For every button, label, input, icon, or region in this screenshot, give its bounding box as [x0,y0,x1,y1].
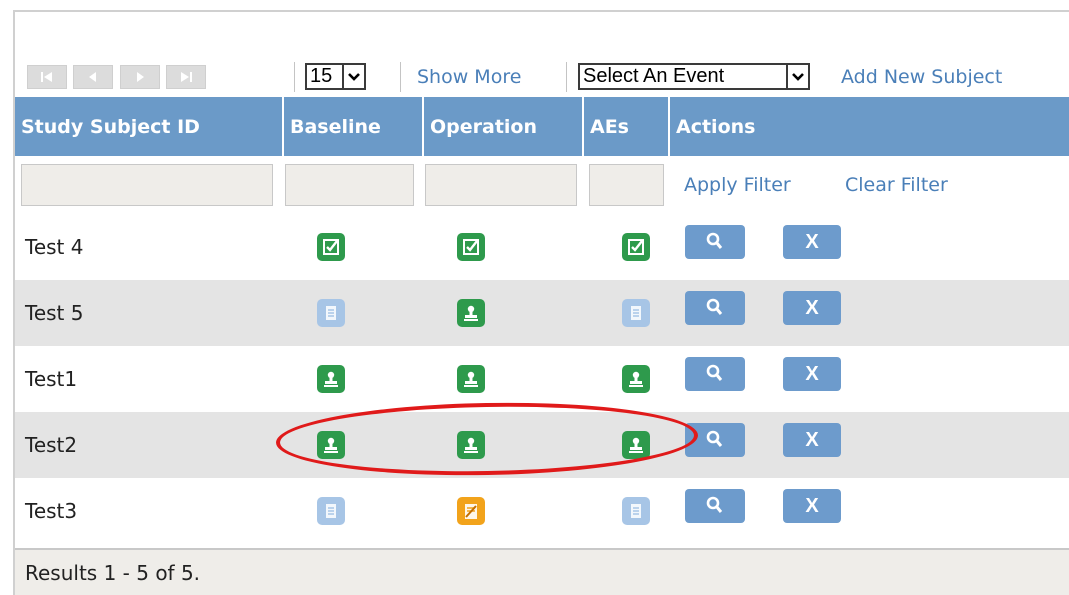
column-header-actions: Actions [676,115,756,138]
operation-data-entry-started-icon[interactable] [457,299,485,327]
column-header-aes[interactable]: AEs [584,97,668,156]
view-subject-button[interactable] [685,225,745,259]
toolbar-separator [400,62,401,92]
aes-not-scheduled-icon[interactable] [622,497,650,525]
study-subject-id-cell: Test 5 [25,301,84,325]
baseline-data-entry-started-icon[interactable] [317,431,345,459]
table-row: Test 4 X [15,214,1069,280]
aes-not-scheduled-icon[interactable] [622,299,650,327]
first-page-button[interactable] [27,65,67,89]
apply-filter-link[interactable]: Apply Filter [684,174,791,196]
study-subject-id-cell: Test1 [25,367,78,391]
magnifier-icon [706,364,723,381]
last-page-button[interactable] [166,65,206,89]
previous-page-icon [89,72,96,82]
aes-filter-input[interactable] [589,164,664,206]
show-more-link[interactable]: Show More [417,66,521,88]
table-toolbar: 15 Show More Select An Event Add New Sub… [15,59,1069,95]
chevron-down-icon [342,65,364,88]
first-page-icon [41,72,52,82]
remove-subject-button[interactable]: X [783,291,841,325]
baseline-filter-input[interactable] [285,164,414,206]
baseline-data-entry-started-icon[interactable] [317,365,345,393]
remove-subject-button[interactable]: X [783,357,841,391]
next-page-button[interactable] [120,65,160,89]
add-new-subject-link[interactable]: Add New Subject [841,66,1002,88]
magnifier-icon [706,496,723,513]
table-row: Test1 X [15,346,1069,412]
last-page-icon [181,72,192,82]
view-subject-button[interactable] [685,291,745,325]
previous-page-button[interactable] [73,65,113,89]
frame-top-border [14,10,1069,12]
study-subject-id-filter-input[interactable] [21,164,273,206]
study-subject-id-cell: Test2 [25,433,78,457]
event-select[interactable]: Select An Event [578,63,810,90]
magnifier-icon [706,430,723,447]
magnifier-icon [706,232,723,249]
toolbar-separator [566,62,567,92]
magnifier-icon [706,298,723,315]
view-subject-button[interactable] [685,489,745,523]
column-header-baseline[interactable]: Baseline [284,97,422,156]
baseline-not-scheduled-icon[interactable] [317,497,345,525]
study-subject-id-cell: Test3 [25,499,78,523]
toolbar-separator [294,62,295,92]
aes-completed-icon[interactable] [622,233,650,261]
view-subject-button[interactable] [685,423,745,457]
filter-row: Apply Filter Clear Filter [15,156,1069,214]
chevron-down-icon [786,65,808,88]
remove-subject-button[interactable]: X [783,423,841,457]
baseline-not-scheduled-icon[interactable] [317,299,345,327]
event-select-value: Select An Event [583,65,725,87]
table-row: Test2 X [15,412,1069,478]
table-row: Test 5 X [15,280,1069,346]
study-subject-id-cell: Test 4 [25,235,84,259]
next-page-icon [137,72,144,82]
page-size-select[interactable]: 15 [305,63,366,90]
view-subject-button[interactable] [685,357,745,391]
column-header-study-subject-id[interactable]: Study Subject ID [15,97,282,156]
operation-filter-input[interactable] [425,164,577,206]
operation-completed-icon[interactable] [457,233,485,261]
results-summary: Results 1 - 5 of 5. [15,548,1069,595]
clear-filter-link[interactable]: Clear Filter [845,174,948,196]
baseline-completed-icon[interactable] [317,233,345,261]
operation-data-entry-started-icon[interactable] [457,431,485,459]
operation-signed-icon[interactable] [457,497,485,525]
table-row: Test3 X [15,478,1069,544]
operation-data-entry-started-icon[interactable] [457,365,485,393]
column-header-operation[interactable]: Operation [424,97,582,156]
remove-subject-button[interactable]: X [783,225,841,259]
table-header: Study Subject ID Baseline Operation AEs … [15,97,1069,156]
aes-data-entry-started-icon[interactable] [622,431,650,459]
aes-data-entry-started-icon[interactable] [622,365,650,393]
page-size-value: 15 [310,65,333,87]
remove-subject-button[interactable]: X [783,489,841,523]
